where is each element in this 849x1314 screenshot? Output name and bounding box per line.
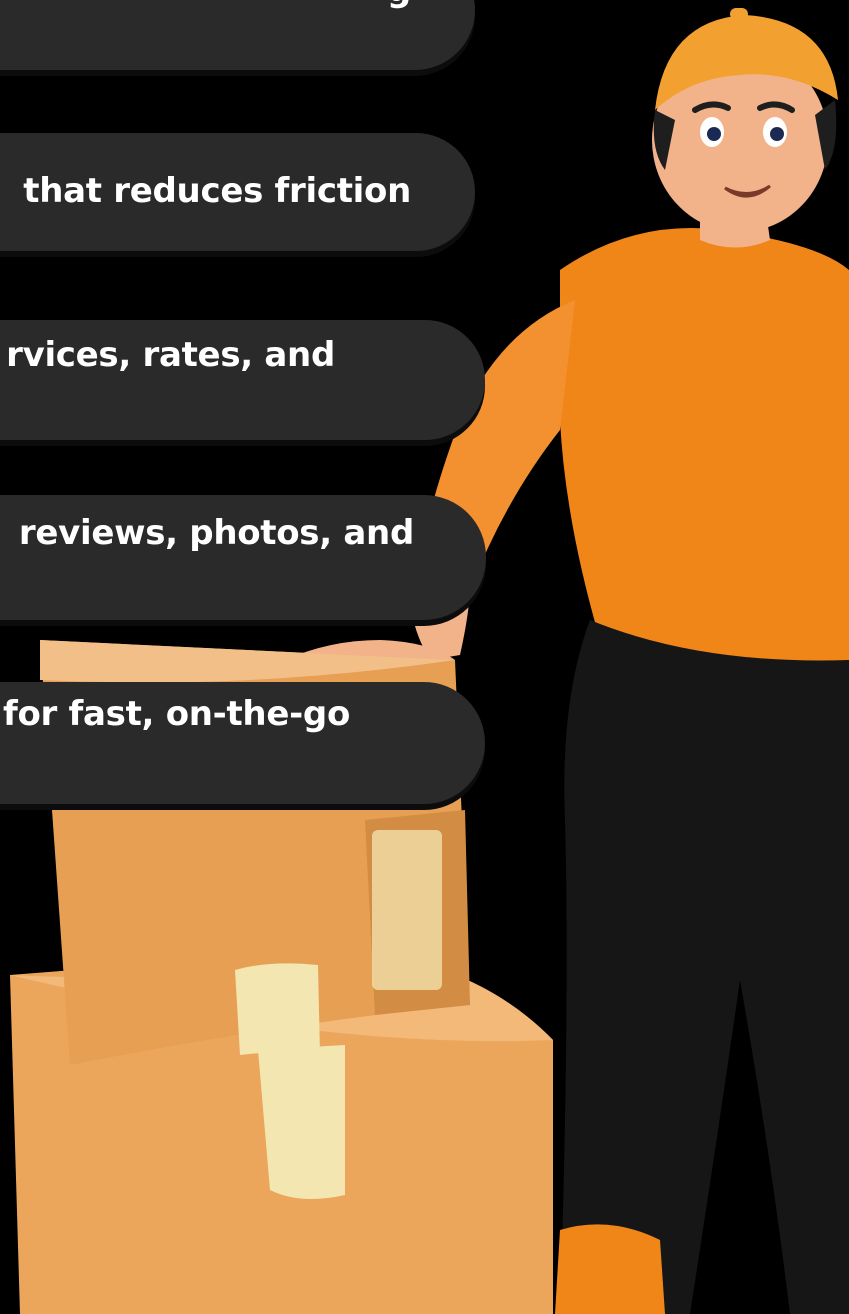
feature-pill-5-text: g for fast, on-the-go: [0, 694, 350, 734]
feature-pill-1-text: g: [387, 0, 411, 10]
courier-shirt: [560, 227, 849, 664]
feature-pill-4: reviews, photos, and: [0, 495, 486, 620]
screen: g that reduces friction rvices, rates, a…: [0, 0, 849, 1314]
feature-pill-2-text: that reduces friction: [23, 171, 411, 211]
feature-pill-2: that reduces friction: [0, 133, 475, 251]
courier-pants: [560, 620, 849, 1314]
feature-pill-1: g: [0, 0, 475, 70]
feature-pill-3-text: rvices, rates, and: [6, 335, 335, 375]
feature-pill-3: rvices, rates, and: [0, 320, 485, 440]
feature-pill-4-text: reviews, photos, and: [18, 513, 414, 553]
tape: [258, 1045, 345, 1199]
feature-pill-5: g for fast, on-the-go: [0, 682, 485, 804]
